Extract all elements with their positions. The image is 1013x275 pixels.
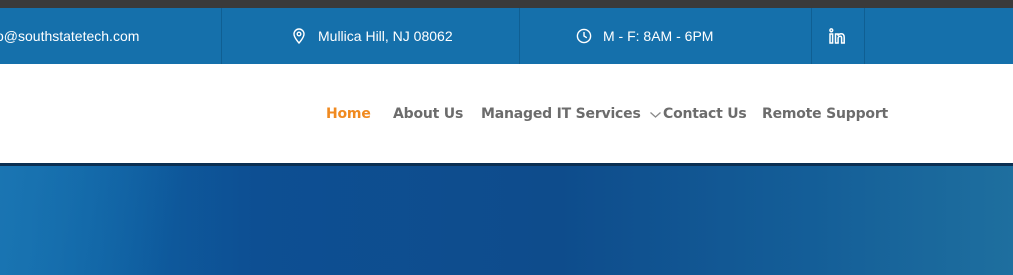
hours-item: M - F: 8AM - 6PM — [576, 8, 713, 64]
main-navigation: Home About Us Managed IT Services Contac… — [0, 64, 1013, 164]
nav-item-home[interactable]: Home — [326, 64, 371, 164]
clock-icon — [576, 28, 592, 44]
nav-item-remote-support[interactable]: Remote Support — [762, 64, 888, 164]
nav-item-label: Home — [326, 106, 371, 122]
top-edge-strip — [0, 0, 1013, 8]
location-item: Mullica Hill, NJ 08062 — [291, 8, 453, 64]
nav-item-label: Managed IT Services — [481, 106, 641, 122]
topbar-divider — [221, 8, 222, 64]
nav-item-label: Remote Support — [762, 106, 889, 122]
topbar-divider — [811, 8, 812, 64]
email-link[interactable]: o@southstatetech.com — [0, 8, 139, 64]
nav-item-managed-it-services[interactable]: Managed IT Services — [481, 64, 662, 164]
linkedin-icon — [828, 27, 846, 45]
nav-item-contact-us[interactable]: Contact Us — [663, 64, 747, 164]
nav-item-about-us[interactable]: About Us — [393, 64, 463, 164]
hero-banner — [0, 166, 1013, 275]
nav-item-label: Contact Us — [663, 106, 747, 122]
chevron-down-icon[interactable] — [649, 108, 662, 121]
hours-text: M - F: 8AM - 6PM — [603, 28, 714, 44]
contact-topbar: o@southstatetech.com Mullica Hill, NJ 08… — [0, 8, 1013, 64]
location-text: Mullica Hill, NJ 08062 — [318, 28, 453, 44]
topbar-divider — [519, 8, 520, 64]
nav-item-label: About Us — [393, 106, 464, 122]
map-pin-icon — [291, 28, 307, 44]
topbar-divider — [864, 8, 865, 64]
linkedin-link[interactable] — [828, 8, 846, 64]
email-text: o@southstatetech.com — [0, 28, 140, 44]
